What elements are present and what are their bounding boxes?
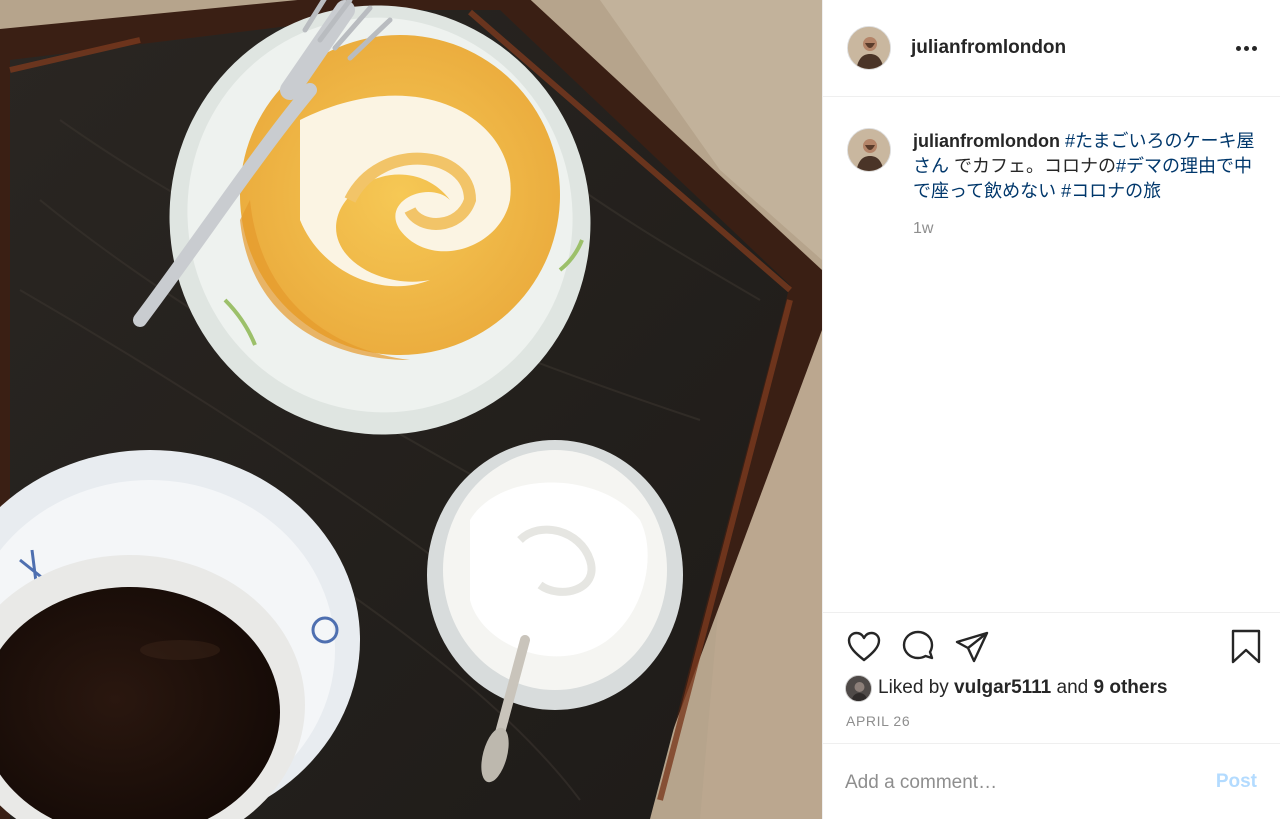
post-header: julianfromlondon xyxy=(823,0,1280,97)
liker-username[interactable]: vulgar5111 xyxy=(954,677,1051,699)
caption-section: julianfromlondon #たまごいろのケーキ屋さん でカフェ。コロナの… xyxy=(823,97,1280,612)
author-username[interactable]: julianfromlondon xyxy=(911,37,1066,59)
caption-text: julianfromlondon #たまごいろのケーキ屋さん でカフェ。コロナの… xyxy=(913,129,1269,204)
comment-input[interactable] xyxy=(845,768,1175,798)
likes-summary: Liked by vulgar5111 and 9 others xyxy=(845,674,1167,702)
bookmark-icon[interactable] xyxy=(1227,628,1265,666)
caption-author-avatar[interactable] xyxy=(847,128,891,172)
likes-middle: and xyxy=(1051,677,1094,698)
actions-section: Liked by vulgar5111 and 9 others APRIL 2… xyxy=(823,612,1280,743)
post-date[interactable]: APRIL 26 xyxy=(846,713,910,729)
caption-segment: でカフェ。コロナの xyxy=(949,156,1117,176)
likes-others-link[interactable]: 9 others xyxy=(1094,677,1168,699)
caption-timestamp[interactable]: 1w xyxy=(913,220,933,238)
liker-avatar[interactable] xyxy=(845,674,872,702)
comment-icon[interactable] xyxy=(899,628,937,666)
more-dot xyxy=(1235,45,1241,51)
author-avatar[interactable] xyxy=(847,26,891,70)
more-options-icon[interactable] xyxy=(1231,33,1261,63)
caption-hashtag[interactable]: #コロナの旅 xyxy=(1061,181,1161,201)
post-comment-button[interactable]: Post xyxy=(1216,771,1257,793)
more-dot xyxy=(1251,45,1257,51)
post-side-panel: julianfromlondon julianfromlondon #たまごいろ… xyxy=(822,0,1280,819)
likes-prefix: Liked by xyxy=(878,677,955,698)
more-dot xyxy=(1243,45,1249,51)
post-photo-illustration xyxy=(0,0,822,819)
comment-section: Post xyxy=(823,743,1280,819)
heart-icon[interactable] xyxy=(845,628,883,666)
caption-username[interactable]: julianfromlondon xyxy=(913,131,1060,151)
post-image[interactable] xyxy=(0,0,822,819)
share-icon[interactable] xyxy=(953,628,991,666)
